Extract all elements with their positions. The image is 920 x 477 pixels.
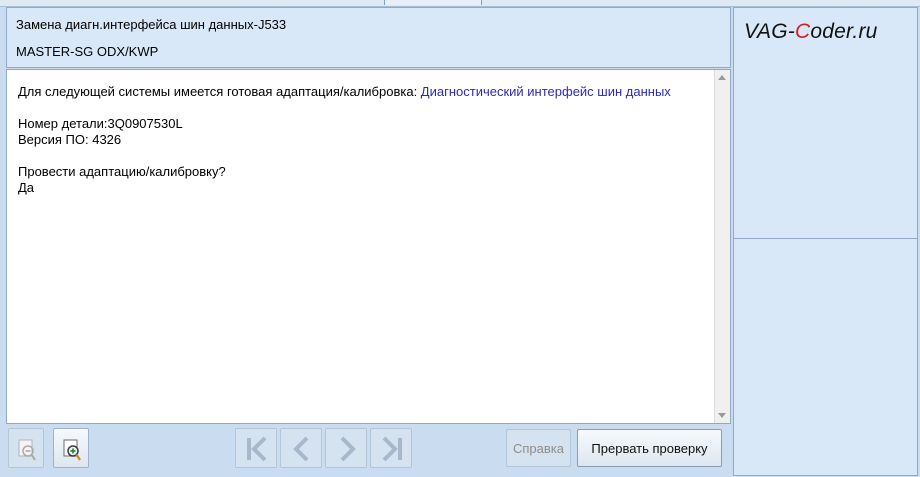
prev-icon [293,436,309,462]
watermark-highlight: C [794,20,811,43]
first-button[interactable] [235,428,277,468]
system-name: Диагностический интерфейс шин данных [420,84,671,99]
header-panel: Замена диагн.интерфейса шин данных-J533 … [6,7,731,68]
watermark-logo: VAG-Coder.ru [744,20,878,44]
zoom-out-icon [18,439,36,461]
scroll-down-icon[interactable] [718,413,726,418]
watermark-suffix: oder.ru [810,20,878,43]
software-version: Версия ПО: 4326 [18,132,122,147]
first-icon [247,436,267,462]
last-button[interactable] [370,428,412,468]
navigation-buttons [235,428,415,468]
message-area: Для следующей системы имеется готовая ад… [6,69,731,424]
help-button[interactable]: Справка [506,429,571,467]
question-text: Провести адаптацию/калибровку? [18,164,226,179]
bottom-toolbar: Справка Прервать проверку [6,425,731,473]
side-panel: VAG-Coder.ru [733,7,918,476]
part-number: Номер детали:3Q0907530L [18,116,183,131]
vertical-scrollbar[interactable] [714,70,730,423]
zoom-in-button[interactable] [53,428,89,468]
intro-line: Для следующей системы имеется готовая ад… [18,84,710,100]
zoom-in-icon [63,439,81,461]
page-title: Замена диагн.интерфейса шин данных-J533 [16,17,287,32]
previous-button[interactable] [280,428,322,468]
application-window: Замена диагн.интерфейса шин данных-J533 … [0,0,920,477]
last-icon [382,436,402,462]
watermark-prefix: VAG- [744,20,795,43]
answer-text: Да [18,180,35,195]
abort-test-button[interactable]: Прервать проверку [577,429,722,467]
next-button[interactable] [325,428,367,468]
page-subtitle: MASTER-SG ODX/KWP [16,44,159,59]
side-panel-divider [734,238,917,239]
zoom-out-button[interactable] [8,428,44,468]
top-tab-strip [0,0,920,7]
intro-prefix: Для следующей системы имеется готовая ад… [18,84,421,99]
active-tab-marker[interactable] [384,0,482,5]
next-icon [340,436,356,462]
scroll-up-icon[interactable] [718,75,726,80]
message-text: Для следующей системы имеется готовая ад… [18,84,710,196]
